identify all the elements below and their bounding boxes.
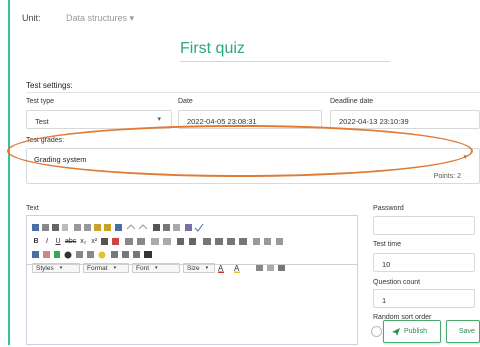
quiz-title[interactable]: First quiz bbox=[180, 40, 390, 58]
send-icon bbox=[392, 327, 400, 336]
title-underline bbox=[180, 61, 390, 62]
publish-button[interactable]: Publish bbox=[383, 320, 441, 343]
test-time-label: Test time bbox=[373, 241, 402, 248]
bold-button[interactable]: B bbox=[32, 237, 40, 246]
toolbar-row-1 bbox=[32, 221, 215, 233]
date-label: Date bbox=[178, 98, 193, 105]
password-field[interactable] bbox=[373, 216, 475, 235]
rich-text-editor[interactable]: B I U abc x₂ x² Styles ▾ Format ▾ Font ▾… bbox=[26, 215, 358, 345]
italic-button[interactable]: I bbox=[43, 237, 51, 246]
random-sort-toggle[interactable] bbox=[371, 326, 382, 337]
underline-button[interactable]: U bbox=[54, 237, 62, 246]
editor-content-area[interactable] bbox=[27, 264, 357, 347]
toolbar-edit-icons[interactable] bbox=[115, 223, 215, 232]
divider bbox=[26, 92, 480, 93]
test-time-field[interactable]: 10 bbox=[373, 253, 475, 272]
unit-value[interactable]: Data structures ▾ bbox=[66, 13, 134, 24]
left-accent-bar bbox=[8, 0, 10, 345]
text-label: Text bbox=[26, 205, 39, 212]
question-count-label: Question count bbox=[373, 279, 421, 286]
subscript-button[interactable]: x₂ bbox=[79, 237, 87, 246]
superscript-button[interactable]: x² bbox=[90, 237, 98, 246]
password-label: Password bbox=[373, 205, 404, 212]
toolbar-file-icons[interactable] bbox=[32, 223, 112, 232]
chevron-down-icon: ▾ bbox=[129, 13, 135, 23]
test-type-label: Test type bbox=[26, 98, 55, 105]
toolbar-row-3 bbox=[32, 249, 158, 261]
deadline-label: Deadline date bbox=[330, 98, 374, 105]
chevron-down-icon: ▾ bbox=[157, 116, 161, 123]
highlight-ellipse bbox=[7, 125, 473, 177]
points-count: Points: 2 bbox=[433, 173, 461, 180]
save-button[interactable]: Save bbox=[446, 320, 480, 343]
deadline-field[interactable]: 2022-04-13 23:10:39 bbox=[330, 110, 480, 129]
toolbar-insert-icons[interactable] bbox=[32, 250, 158, 260]
toolbar-row-2: B I U abc x₂ x² bbox=[32, 235, 301, 247]
unit-selector[interactable]: Unit: Data structures ▾ bbox=[22, 13, 134, 23]
save-label: Save bbox=[459, 328, 475, 335]
test-settings-heading: Test settings: bbox=[26, 81, 73, 90]
publish-label: Publish bbox=[404, 328, 427, 335]
unit-label: Unit: bbox=[22, 13, 41, 23]
toolbar-paragraph-icons[interactable] bbox=[101, 237, 301, 246]
question-count-field[interactable]: 1 bbox=[373, 289, 475, 308]
strikethrough-button[interactable]: abc bbox=[65, 237, 76, 246]
